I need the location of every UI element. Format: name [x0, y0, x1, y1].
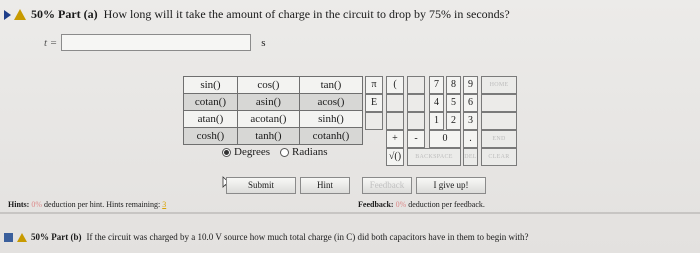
- fn-tanh-button[interactable]: tanh(): [236, 127, 300, 145]
- key-open-paren[interactable]: (: [386, 76, 404, 94]
- key-home[interactable]: HOME: [481, 76, 517, 94]
- key-blank-6[interactable]: [386, 112, 404, 130]
- hint-button[interactable]: Hint: [300, 177, 350, 194]
- radians-radio[interactable]: [280, 147, 290, 157]
- part-a-header: 50% Part (a) How long will it take the a…: [4, 7, 510, 22]
- key-8[interactable]: 8: [446, 76, 461, 94]
- part-b-question: If the circuit was charged by a 10.0 V s…: [86, 232, 529, 242]
- key-blank-7[interactable]: [407, 112, 425, 130]
- hints-info: Hints: 0% deduction per hint. Hints rema…: [8, 200, 166, 209]
- function-table: sin() cos() tan() cotan() asin() acos() …: [183, 76, 364, 145]
- key-blank-8[interactable]: [481, 112, 517, 130]
- key-del[interactable]: DEL: [463, 148, 478, 166]
- key-e[interactable]: E: [365, 94, 383, 112]
- angle-mode: Degrees Radians: [222, 146, 338, 158]
- key-9[interactable]: 9: [463, 76, 478, 94]
- document-icon[interactable]: [4, 232, 13, 242]
- fn-cotan-button[interactable]: cotan(): [183, 93, 238, 111]
- hints-pct: 0%: [31, 200, 43, 209]
- key-sqrt[interactable]: √(): [386, 148, 404, 166]
- part-b-label: 50% Part (b): [31, 232, 82, 242]
- key-5[interactable]: 5: [446, 94, 461, 112]
- fn-cos-button[interactable]: cos(): [236, 76, 300, 94]
- play-icon[interactable]: [4, 9, 11, 20]
- hints-label: Hints:: [8, 200, 30, 209]
- answer-row: t = s: [44, 34, 266, 51]
- key-minus[interactable]: -: [407, 130, 425, 148]
- page: 50% Part (a) How long will it take the a…: [0, 0, 700, 253]
- key-clear[interactable]: CLEAR: [481, 148, 517, 166]
- key-plus[interactable]: +: [386, 130, 404, 148]
- key-blank-4[interactable]: [481, 94, 517, 112]
- key-blank-1[interactable]: [407, 76, 425, 94]
- hints-text: deduction per hint. Hints remaining:: [44, 200, 161, 209]
- part-a-label: 50% Part (a): [31, 7, 98, 21]
- answer-unit: s: [261, 36, 266, 49]
- answer-variable: t =: [44, 36, 58, 49]
- fn-cotanh-button[interactable]: cotanh(): [298, 127, 364, 145]
- key-blank-3[interactable]: [407, 94, 425, 112]
- key-pi[interactable]: π: [365, 76, 383, 94]
- fn-tan-button[interactable]: tan(): [298, 76, 364, 94]
- part-a-question: How long will it take the amount of char…: [103, 7, 510, 21]
- submit-button[interactable]: Submit: [226, 177, 296, 194]
- answer-input[interactable]: [61, 34, 252, 51]
- key-4[interactable]: 4: [429, 94, 444, 112]
- feedback-label: Feedback:: [358, 200, 394, 209]
- part-b-header: 50% Part (b) If the circuit was charged …: [4, 232, 528, 242]
- give-up-button[interactable]: I give up!: [416, 177, 486, 194]
- feedback-text: deduction per feedback.: [408, 200, 485, 209]
- degrees-label: Degrees: [234, 146, 271, 158]
- fn-atan-button[interactable]: atan(): [183, 110, 238, 128]
- fn-sinh-button[interactable]: sinh(): [298, 110, 364, 128]
- key-end[interactable]: END: [481, 130, 517, 148]
- fn-asin-button[interactable]: asin(): [236, 93, 300, 111]
- key-0[interactable]: 0: [429, 130, 461, 148]
- key-blank-2[interactable]: [386, 94, 404, 112]
- key-7[interactable]: 7: [429, 76, 444, 94]
- key-blank-5[interactable]: [365, 112, 383, 130]
- feedback-info: Feedback: 0% deduction per feedback.: [358, 200, 485, 209]
- fn-sin-button[interactable]: sin(): [183, 76, 238, 94]
- feedback-button[interactable]: Feedback: [362, 177, 412, 194]
- warning-icon: [14, 9, 26, 20]
- degrees-radio[interactable]: [222, 147, 231, 157]
- hints-remaining: 3: [162, 200, 167, 209]
- fn-acotan-button[interactable]: acotan(): [236, 110, 300, 128]
- key-2[interactable]: 2: [446, 112, 461, 130]
- key-3[interactable]: 3: [463, 112, 478, 130]
- key-backspace[interactable]: BACKSPACE: [407, 148, 461, 166]
- fn-acos-button[interactable]: acos(): [298, 93, 364, 111]
- key-6[interactable]: 6: [463, 94, 478, 112]
- feedback-pct: 0%: [395, 200, 407, 209]
- fn-cosh-button[interactable]: cosh(): [183, 127, 238, 145]
- key-1[interactable]: 1: [429, 112, 444, 130]
- radians-label: Radians: [292, 146, 328, 158]
- key-dot[interactable]: .: [463, 130, 478, 148]
- warning-icon: [17, 232, 27, 242]
- divider: [0, 212, 700, 214]
